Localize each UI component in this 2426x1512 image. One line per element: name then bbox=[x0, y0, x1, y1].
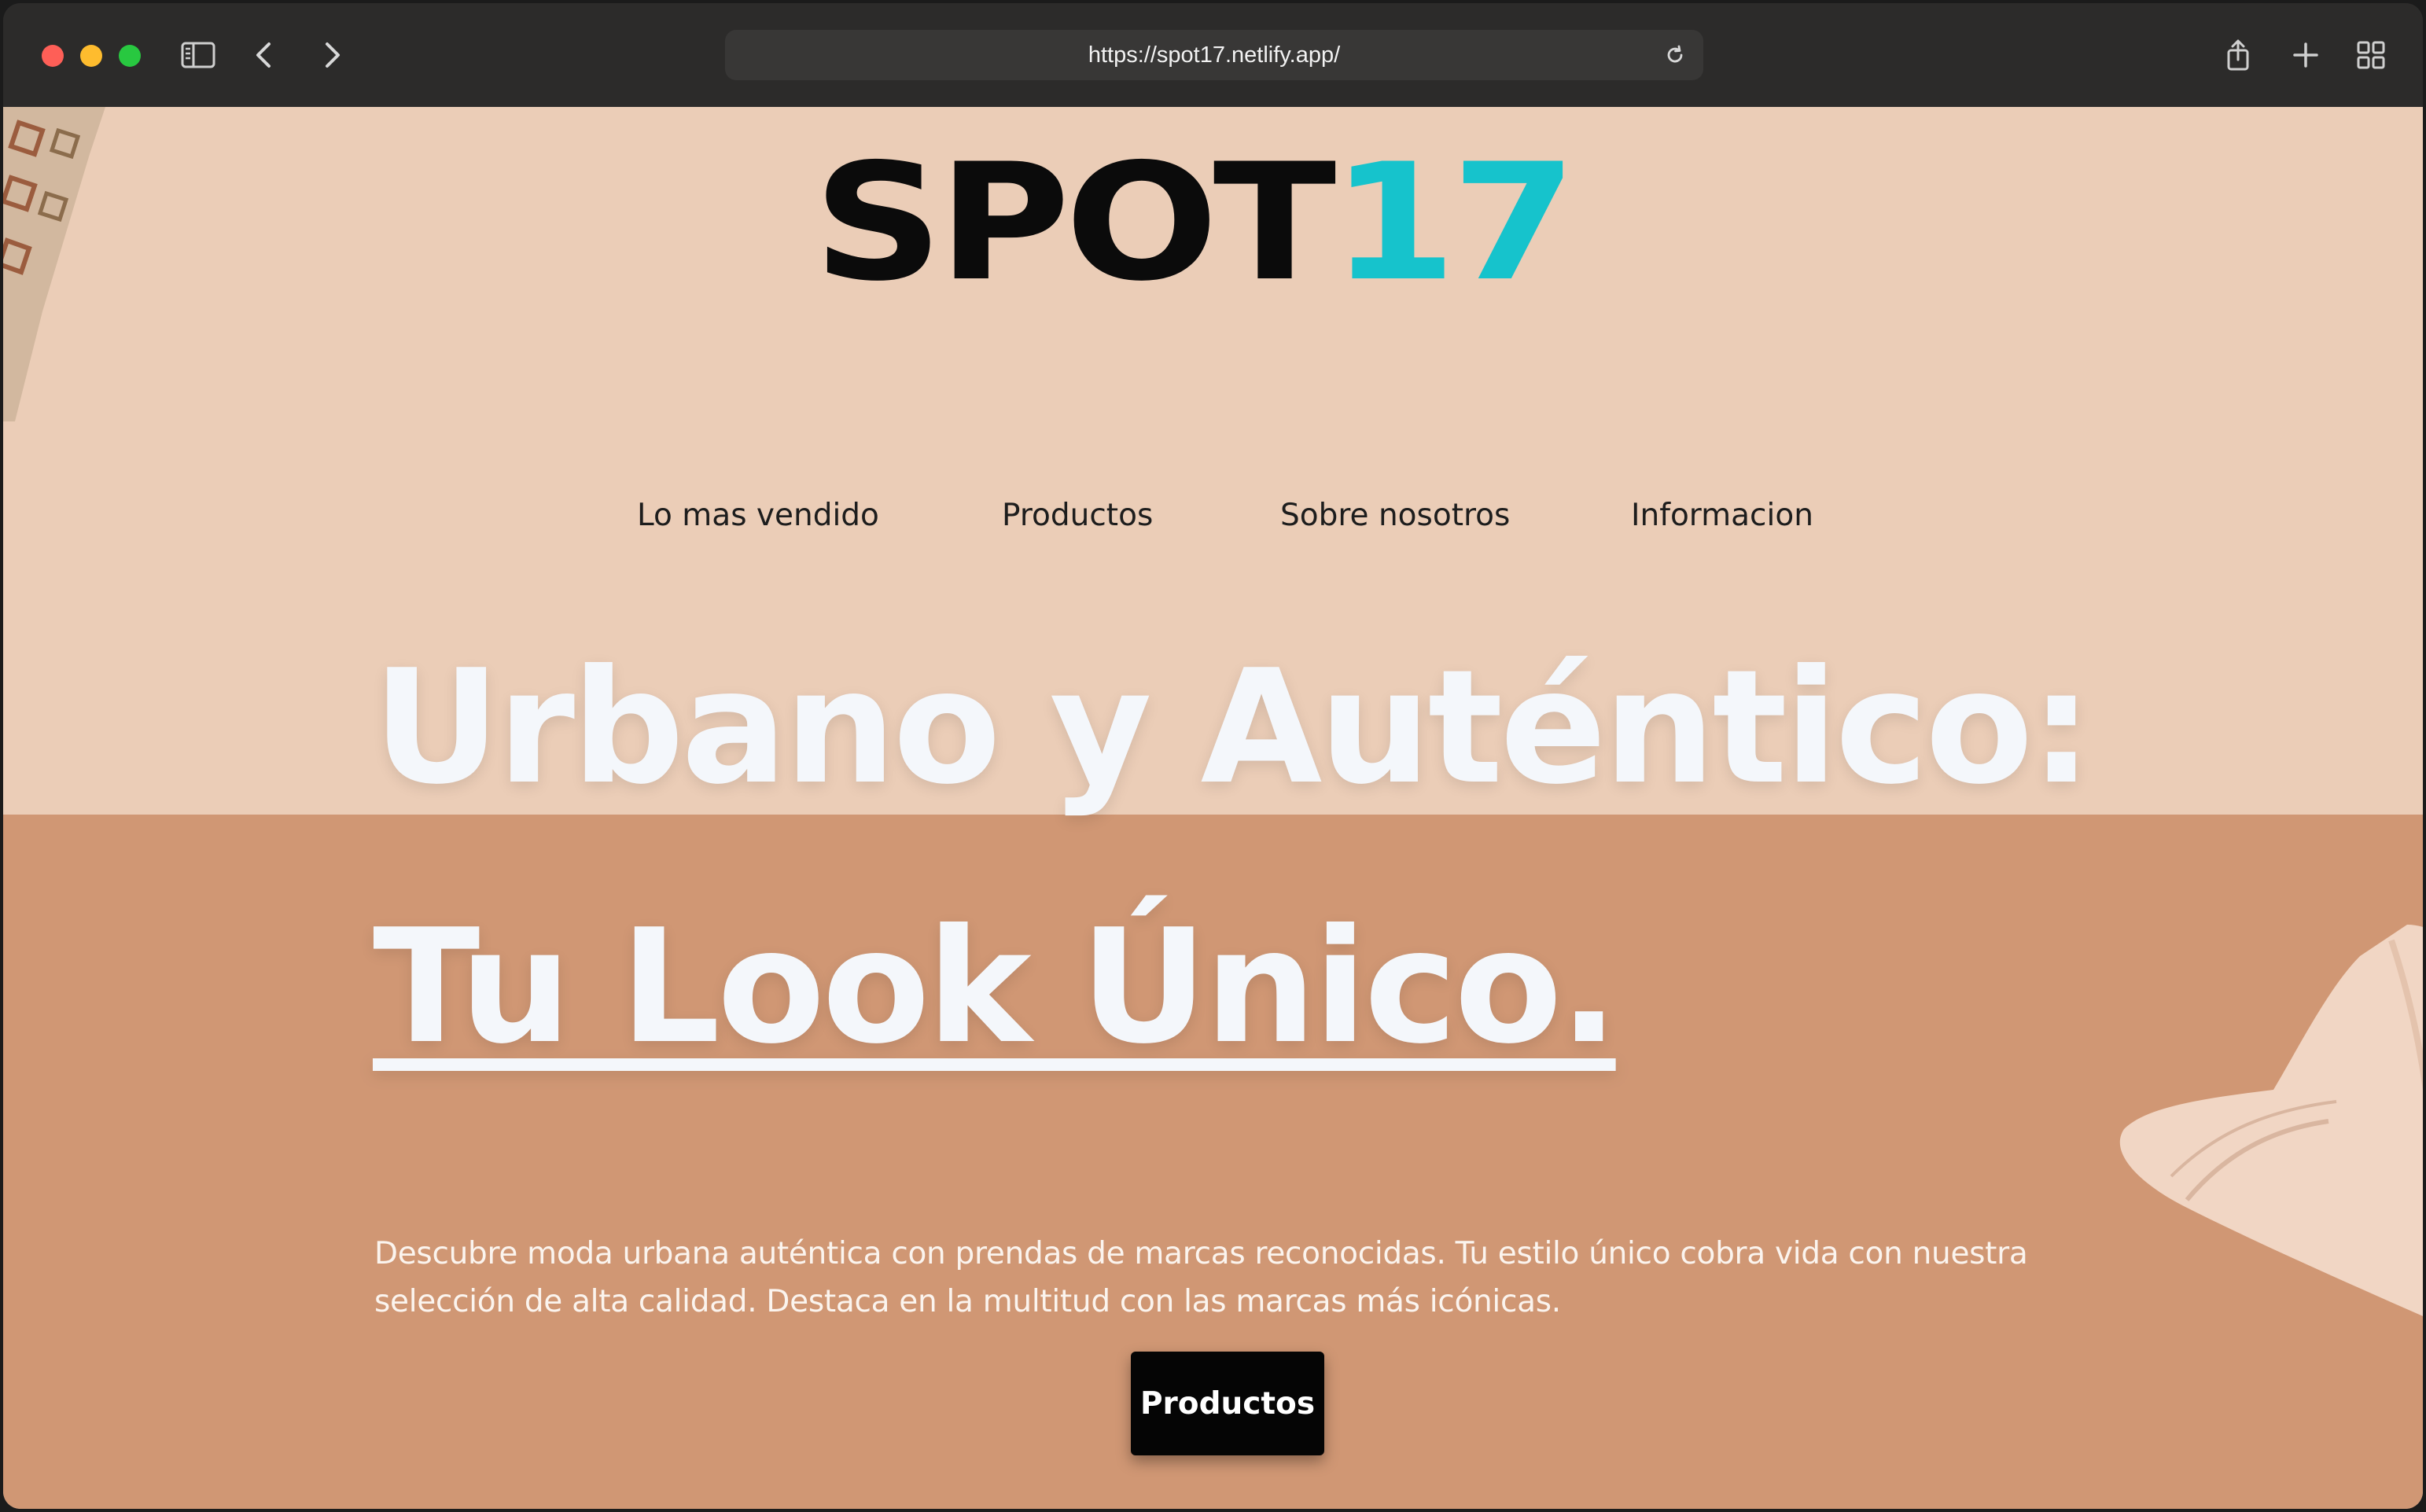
nav-item-productos[interactable]: Productos bbox=[1002, 492, 1153, 539]
minimize-window-button[interactable] bbox=[80, 45, 102, 67]
browser-window: https://spot17.netlify.app/ SPOT17 Lo ma… bbox=[3, 3, 2423, 1509]
back-icon[interactable] bbox=[244, 35, 285, 75]
scarf-image bbox=[3, 107, 105, 421]
reload-icon[interactable] bbox=[1662, 42, 1688, 68]
nav-item-informacion[interactable]: Informacion bbox=[1631, 492, 1813, 539]
browser-toolbar: https://spot17.netlify.app/ bbox=[3, 3, 2423, 109]
close-window-button[interactable] bbox=[42, 45, 64, 67]
hero-headline: Urbano y Auténtico: bbox=[373, 636, 2093, 819]
logo-text-17: 17 bbox=[1331, 130, 1577, 317]
url-text: https://spot17.netlify.app/ bbox=[1088, 42, 1341, 68]
hero-description: Descubre moda urbana auténtica con prend… bbox=[374, 1236, 2028, 1319]
forward-icon[interactable] bbox=[311, 35, 352, 75]
tab-overview-icon[interactable] bbox=[2351, 35, 2391, 75]
sidebar-icon[interactable] bbox=[178, 35, 219, 75]
nav-item-lo-mas-vendido[interactable]: Lo mas vendido bbox=[637, 492, 879, 539]
main-nav: Lo mas vendido Productos Sobre nosotros … bbox=[3, 492, 2423, 539]
web-page: SPOT17 Lo mas vendido Productos Sobre no… bbox=[3, 107, 2423, 1509]
share-icon[interactable] bbox=[2218, 35, 2258, 75]
logo-text-spot: SPOT bbox=[813, 130, 1336, 317]
address-bar[interactable]: https://spot17.netlify.app/ bbox=[725, 30, 1703, 80]
nav-item-sobre-nosotros[interactable]: Sobre nosotros bbox=[1280, 492, 1510, 539]
productos-button[interactable]: Productos bbox=[1131, 1352, 1324, 1455]
bucket-hat-image bbox=[2119, 925, 2423, 1316]
hero-subheadline: Tu Look Único. bbox=[373, 896, 1619, 1079]
maximize-window-button[interactable] bbox=[119, 45, 141, 67]
site-logo[interactable]: SPOT17 bbox=[813, 143, 1747, 304]
new-tab-icon[interactable] bbox=[2285, 35, 2326, 75]
